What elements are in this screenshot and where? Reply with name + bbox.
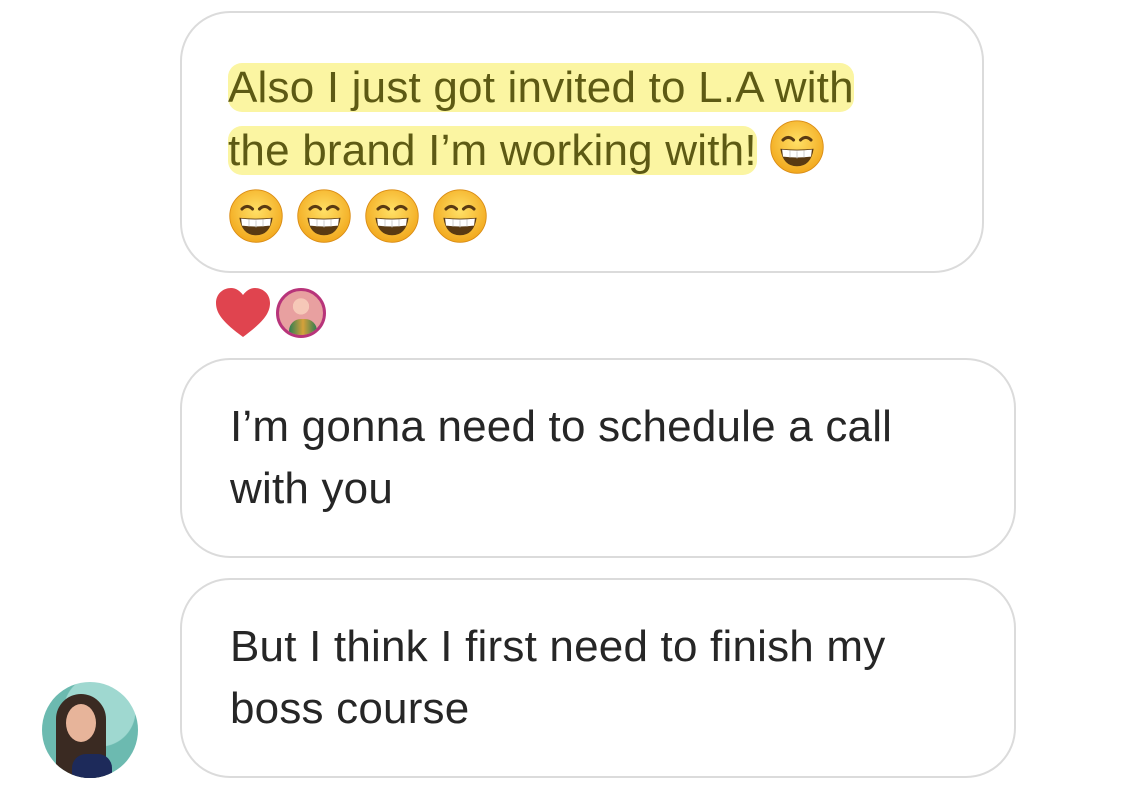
message-line: with you xyxy=(230,464,394,513)
avatar-clothing xyxy=(72,754,112,778)
message-line: Also I just got invited to L.A with xyxy=(228,57,942,119)
message-bubble-3[interactable]: But I think I first need to finish my bo… xyxy=(180,578,1016,778)
message-line: But I think I first need to finish my xyxy=(230,622,886,671)
grinning-emoji-icon xyxy=(297,189,351,243)
sender-avatar[interactable] xyxy=(42,682,138,778)
highlighted-text: the brand I’m working with! xyxy=(228,126,757,175)
message-line: I’m gonna need to schedule a call xyxy=(230,402,893,451)
heart-reaction-icon[interactable] xyxy=(214,287,272,339)
highlighted-text: Also I just got invited to L.A with xyxy=(228,63,854,112)
emoji-row xyxy=(228,188,942,244)
grinning-emoji-icon xyxy=(365,189,419,243)
grinning-emoji-icon xyxy=(433,189,487,243)
message-line: boss course xyxy=(230,684,470,733)
reactor-avatar[interactable] xyxy=(276,288,326,338)
avatar-face xyxy=(66,704,96,742)
grinning-emoji-icon xyxy=(770,120,824,174)
message-bubble-1[interactable]: Also I just got invited to L.A with the … xyxy=(180,11,984,273)
grinning-emoji-icon xyxy=(229,189,283,243)
message-line: the brand I’m working with! xyxy=(228,119,942,182)
message-reactions[interactable] xyxy=(214,284,326,342)
message-bubble-2[interactable]: I’m gonna need to schedule a call with y… xyxy=(180,358,1016,558)
